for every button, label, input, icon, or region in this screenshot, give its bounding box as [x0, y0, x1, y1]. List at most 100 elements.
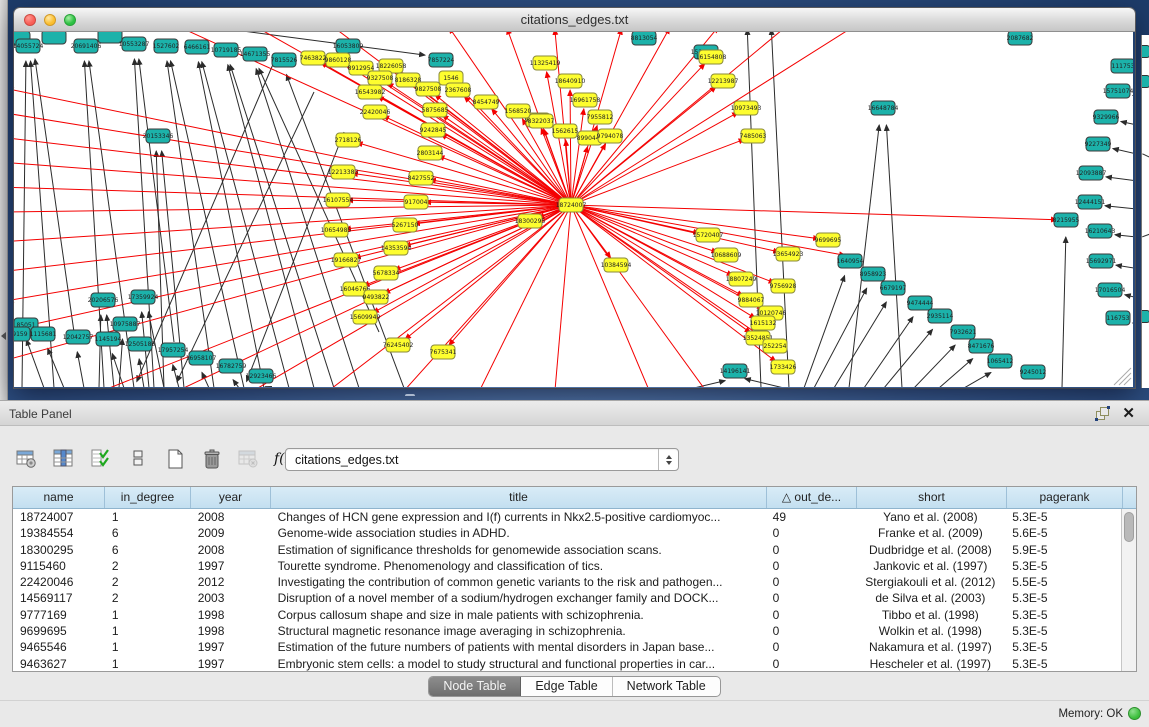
float-panel-icon[interactable]	[1096, 407, 1109, 420]
table-cell[interactable]: Estimation of the future numbers of pati…	[271, 639, 766, 655]
column-header-title[interactable]: title	[271, 487, 767, 508]
graph-node[interactable]: 10688609	[711, 248, 742, 262]
table-row[interactable]: 977716911998Corpus callosum shape and si…	[13, 607, 1121, 623]
table-cell[interactable]: 0	[766, 639, 856, 655]
table-cell[interactable]: Nakamura et al. (1997)	[855, 639, 1005, 655]
table-cell[interactable]: 9777169	[13, 607, 105, 623]
graph-node[interactable]: 917004	[404, 195, 428, 209]
graph-node[interactable]: 1640954	[837, 254, 864, 268]
graph-node[interactable]: 18640910	[555, 74, 586, 88]
graph-node[interactable]: 9329966	[1093, 110, 1120, 124]
graph-node[interactable]: 9699695	[815, 233, 842, 247]
graph-node[interactable]: 2087682	[1007, 32, 1034, 45]
graph-node[interactable]: 10719185	[211, 43, 242, 57]
table-cell[interactable]: 9463627	[13, 656, 105, 671]
table-cell[interactable]: de Silva et al. (2003)	[855, 590, 1005, 606]
table-cell[interactable]: 1998	[191, 607, 271, 623]
table-body[interactable]: 1872400712008Changes of HCN gene express…	[13, 509, 1121, 671]
graph-node[interactable]: 18300295	[515, 214, 546, 228]
table-cell[interactable]: 9699695	[13, 623, 105, 639]
graph-node[interactable]: 7675341	[430, 345, 457, 359]
table-cell[interactable]: 0	[766, 542, 856, 558]
graph-node[interactable]: 1733426	[770, 360, 797, 374]
table-cell[interactable]: Structural magnetic resonance image aver…	[271, 623, 766, 639]
graph-node[interactable]: 9884067	[738, 293, 765, 307]
network-graph[interactable]: 1405572420691406105532871527602646616110…	[14, 32, 1133, 387]
graph-node[interactable]: 10384594	[601, 258, 632, 272]
graph-node[interactable]: 15720407	[693, 228, 724, 242]
graph-node[interactable]: 1145194	[95, 332, 122, 346]
column-header-year[interactable]: year	[191, 487, 271, 508]
graph-node[interactable]: 15751074	[1103, 84, 1133, 98]
graph-node[interactable]: 17016504	[1095, 283, 1126, 297]
table-cell[interactable]: 1	[105, 639, 191, 655]
network-graph-canvas[interactable]: 1405572420691406105532871527602646616110…	[14, 32, 1133, 387]
collapse-left-arrow-icon[interactable]	[1, 332, 6, 340]
graph-node[interactable]: 12042757	[63, 330, 94, 344]
graph-node[interactable]: 252254	[763, 339, 787, 353]
graph-node[interactable]: 1615132	[750, 316, 777, 330]
table-row[interactable]: 2242004622012Investigating the contribut…	[13, 574, 1121, 590]
graph-node[interactable]: 7815526	[271, 53, 298, 67]
table-cell[interactable]: Corpus callosum shape and size in male p…	[271, 607, 766, 623]
table-cell[interactable]: 0	[766, 525, 856, 541]
table-cell[interactable]: 5.3E-5	[1005, 607, 1121, 623]
table-cell[interactable]: 5.6E-5	[1005, 525, 1121, 541]
graph-node[interactable]: 10553287	[119, 37, 150, 51]
resize-grip[interactable]	[1114, 368, 1131, 385]
network-view-window[interactable]: citations_edges.txt 14055724206914061055…	[14, 8, 1135, 388]
table-cell[interactable]: 5.3E-5	[1005, 590, 1121, 606]
column-header-pagerank[interactable]: pagerank	[1007, 487, 1123, 508]
graph-node[interactable]: 8215955	[1053, 213, 1080, 227]
table-cell[interactable]: 18724007	[13, 509, 105, 525]
table-cell[interactable]: Hescheler et al. (1997)	[855, 656, 1005, 671]
graph-node[interactable]: 9242845	[420, 123, 447, 137]
table-cell[interactable]: 1997	[191, 656, 271, 671]
scrollbar-thumb[interactable]	[1124, 512, 1134, 542]
graph-node[interactable]: 8322037	[528, 114, 555, 128]
table-cell[interactable]: Dudbridge et al. (2008)	[855, 542, 1005, 558]
graph-node[interactable]: 1562615	[552, 124, 579, 138]
graph-node[interactable]: 1065412	[987, 354, 1014, 368]
row-height-button[interactable]	[123, 445, 153, 473]
table-panel-header[interactable]: Table Panel ✕	[0, 400, 1149, 426]
graph-node[interactable]: 1115681	[30, 327, 57, 341]
graph-node[interactable]: 22420046	[360, 105, 391, 119]
graph-node[interactable]	[42, 32, 66, 44]
graph-node[interactable]: 13654923	[773, 247, 804, 261]
select-all-button[interactable]	[86, 445, 116, 473]
graph-node[interactable]: 16053809	[333, 39, 364, 53]
table-row[interactable]: 1830029562008Estimation of significance …	[13, 542, 1121, 558]
table-cell[interactable]: 19384554	[13, 525, 105, 541]
dropdown-arrows-icon[interactable]	[658, 449, 678, 470]
delete-table-button[interactable]	[234, 445, 264, 473]
graph-node[interactable]: 16782759	[216, 359, 247, 373]
column-header-short[interactable]: short	[857, 487, 1007, 508]
table-cell[interactable]: 6	[105, 542, 191, 558]
graph-node[interactable]: 7932621	[950, 325, 977, 339]
graph-node[interactable]: 7463822	[300, 51, 327, 65]
table-cell[interactable]: 0	[766, 607, 856, 623]
table-cell[interactable]: 14569117	[13, 590, 105, 606]
tab-network-table[interactable]: Network Table	[613, 677, 720, 696]
table-cell[interactable]: 2008	[191, 509, 271, 525]
graph-node[interactable]: 2718126	[335, 133, 362, 147]
table-cell[interactable]: 0	[766, 623, 856, 639]
table-vertical-scrollbar[interactable]	[1121, 509, 1136, 671]
table-cell[interactable]: 5.3E-5	[1005, 558, 1121, 574]
graph-node[interactable]: 16958107	[186, 351, 217, 365]
table-row[interactable]: 1938455462009Genome-wide association stu…	[13, 525, 1121, 541]
table-cell[interactable]: Stergiakouli et al. (2012)	[855, 574, 1005, 590]
graph-node[interactable]: 39159	[14, 327, 30, 341]
table-cell[interactable]: 6	[105, 525, 191, 541]
table-cell[interactable]: 1998	[191, 623, 271, 639]
graph-node[interactable]: 5678334	[373, 266, 400, 280]
graph-node[interactable]: 6466161	[184, 40, 211, 54]
graph-node[interactable]: 9827508	[415, 82, 442, 96]
graph-node[interactable]: 16648784	[868, 101, 899, 115]
graph-node[interactable]: 2367608	[445, 83, 472, 97]
table-cell[interactable]: Embryonic stem cells: a model to study s…	[271, 656, 766, 671]
left-splitter-gutter[interactable]	[0, 0, 8, 400]
table-cell[interactable]: 18300295	[13, 542, 105, 558]
table-cell[interactable]: Genome-wide association studies in ADHD.	[271, 525, 766, 541]
